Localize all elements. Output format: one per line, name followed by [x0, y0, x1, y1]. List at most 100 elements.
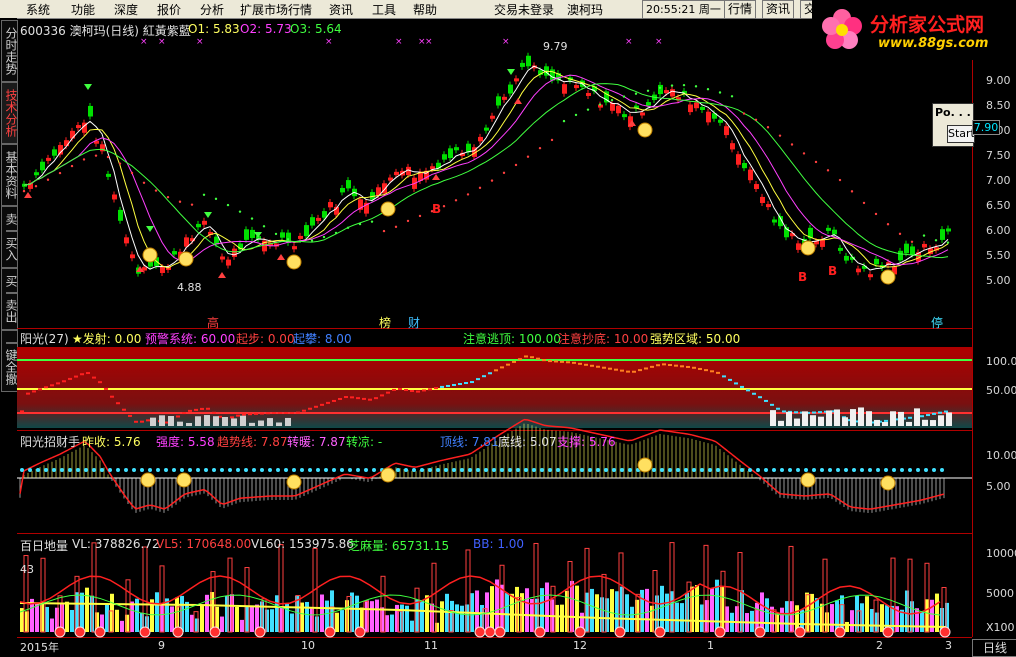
y-tick: 5.00: [986, 480, 1011, 493]
volume-bar: [725, 606, 729, 632]
ball-marker-icon: [575, 627, 585, 637]
ball-marker-icon: [615, 627, 625, 637]
chart-canvas[interactable]: ××××××××××: [0, 0, 1016, 655]
candle: [562, 84, 567, 94]
trend-curve: [228, 501, 232, 502]
support-dot: [124, 468, 128, 472]
trend-curve: [660, 430, 664, 431]
white-bar: [258, 421, 264, 426]
support-dot: [452, 468, 456, 472]
panel2-bottom: 注意抄底: 10.00: [558, 330, 648, 347]
period-tab-daily[interactable]: 日线: [972, 639, 1016, 657]
volume-bar: [840, 595, 844, 632]
marker-halt: 停: [931, 314, 943, 331]
indicator-dot: [686, 366, 690, 368]
x-tick: 9: [158, 639, 165, 652]
candle: [688, 105, 693, 113]
indicator-dot: [620, 370, 624, 372]
volume-bar: [370, 601, 374, 632]
white-bar: [786, 412, 792, 426]
support-dot: [468, 468, 472, 472]
volume-bar: [625, 594, 629, 632]
volume-bar: [785, 601, 789, 632]
trend-curve: [124, 495, 128, 500]
trend-curve: [96, 452, 100, 456]
x-mark-icon: ×: [655, 37, 663, 47]
start-button[interactable]: Start: [947, 125, 975, 143]
candle: [346, 180, 351, 188]
panel2-climb: 起攀: 8.00: [293, 330, 352, 347]
white-bar: [818, 417, 824, 426]
indicator-dot: [722, 375, 726, 377]
support-dot: [908, 468, 912, 472]
trend-dot: [191, 203, 193, 205]
trend-dot: [299, 240, 301, 242]
candle: [754, 184, 759, 189]
trend-dot: [851, 190, 853, 192]
indicator-dot: [398, 388, 402, 390]
trend-curve: [372, 475, 376, 477]
support-dot: [732, 468, 736, 472]
candle: [706, 112, 711, 123]
indicator-dot: [794, 411, 798, 413]
indicator-dot: [386, 392, 390, 394]
trend-curve: [104, 463, 108, 470]
volume-bar: [425, 595, 429, 632]
trend-curve: [576, 429, 580, 430]
volume-bar: [595, 594, 599, 632]
white-bar: [922, 420, 928, 426]
trend-curve: [700, 437, 704, 438]
trend-curve: [408, 466, 412, 467]
trend-dot: [731, 95, 733, 97]
trend-curve: [460, 456, 464, 457]
panel2-warning: 预警系统: 60.00: [145, 330, 235, 347]
smiley-icon: [143, 248, 157, 262]
candle: [40, 162, 45, 171]
support-dot: [796, 468, 800, 472]
panel4-vl60: VL60: 153975.86: [251, 537, 354, 551]
trend-curve: [356, 476, 360, 477]
trend-dot: [131, 172, 133, 174]
trend-curve: [696, 436, 700, 437]
popup-window[interactable]: Po. . . Start: [932, 103, 974, 147]
trend-curve: [704, 438, 708, 439]
indicator-dot: [56, 382, 60, 384]
down-arrow-icon: [84, 84, 92, 90]
trend-curve: [720, 445, 724, 448]
smiley-icon: [177, 473, 191, 487]
panel3-warming: 转暖: 7.87: [287, 433, 346, 450]
support-dot: [300, 468, 304, 472]
volume-bar: [245, 606, 249, 632]
trend-curve: [640, 436, 644, 437]
indicator-dot: [242, 413, 246, 415]
trend-curve: [756, 473, 760, 476]
trend-curve: [832, 495, 836, 498]
indicator-dot: [110, 396, 114, 398]
trend-dot: [599, 103, 601, 105]
volume-bar: [355, 596, 359, 632]
trend-curve: [404, 465, 408, 466]
o3-value: O3: 5.64: [290, 22, 342, 36]
trend-curve: [432, 462, 436, 463]
volume-bar: [505, 593, 509, 632]
ball-marker-icon: [75, 627, 85, 637]
y-tick: 7.00: [986, 174, 1011, 187]
support-dot: [60, 468, 64, 472]
support-dot: [84, 468, 88, 472]
candle: [328, 202, 333, 207]
candle: [940, 229, 945, 240]
volume-bar: [165, 598, 169, 632]
trend-curve: [156, 507, 160, 508]
indicator-dot: [428, 388, 432, 390]
down-arrow-icon: [507, 69, 515, 75]
indicator-dot: [680, 365, 684, 367]
trend-curve: [936, 495, 940, 496]
volume-bar: [440, 601, 444, 632]
trend-curve: [360, 477, 364, 478]
y-tick: 100.00: [986, 355, 1016, 368]
indicator-dot: [362, 398, 366, 400]
y-tick: 8.50: [986, 99, 1011, 112]
volume-bar: [780, 608, 784, 632]
indicator-dot: [542, 359, 546, 361]
volume-bar: [810, 594, 814, 632]
